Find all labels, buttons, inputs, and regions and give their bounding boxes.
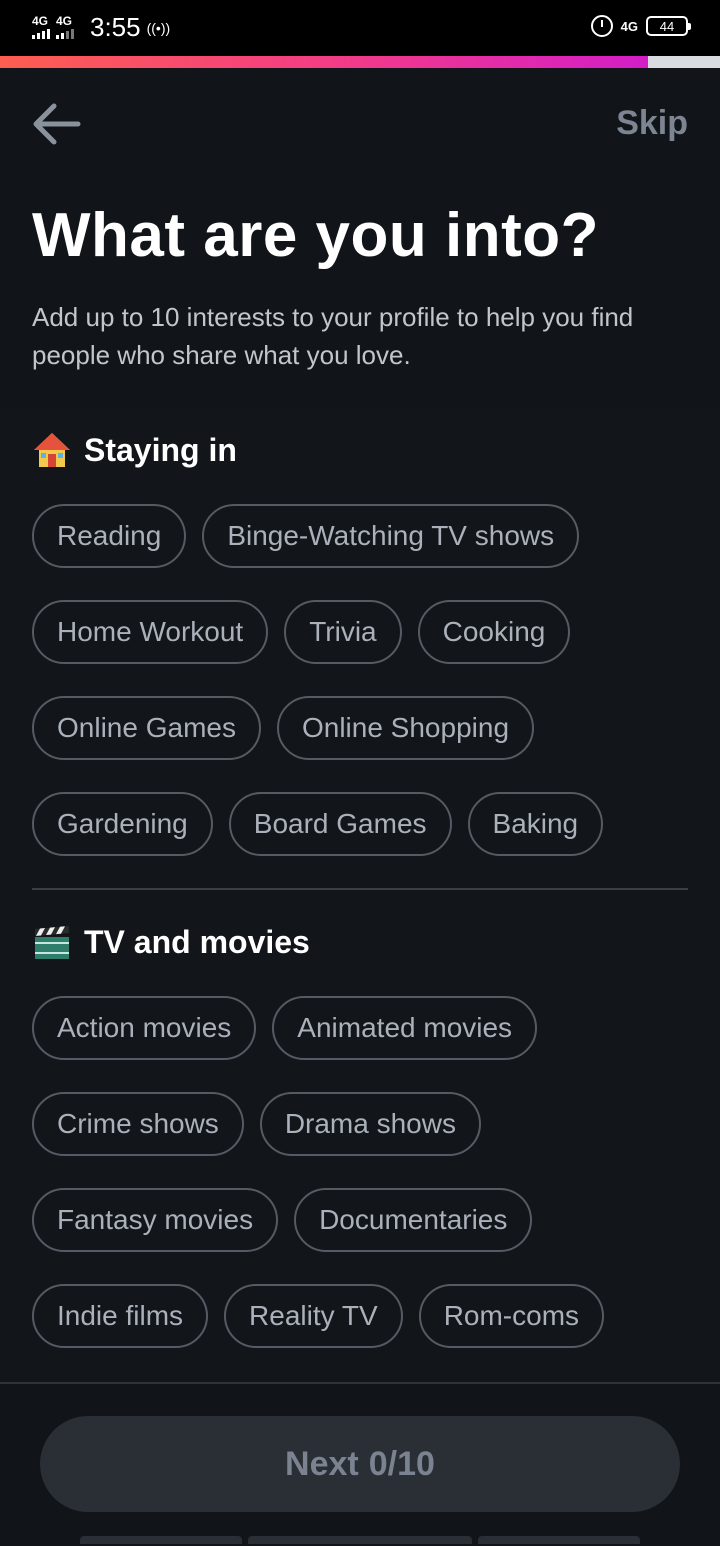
section-divider	[32, 888, 688, 890]
signal-sim2-icon: 4G	[56, 15, 74, 39]
interest-chip[interactable]: Binge-Watching TV shows	[202, 504, 580, 568]
arrow-left-icon	[33, 103, 81, 145]
interest-chip[interactable]: Documentaries	[294, 1188, 533, 1252]
interest-chip[interactable]: Drama shows	[259, 1092, 481, 1156]
next-button[interactable]: Next 0/10	[40, 1416, 680, 1512]
chip-row: Indie films Reality TV Rom-coms	[32, 1284, 605, 1348]
battery-icon: 44	[646, 16, 691, 36]
sim2-label: 4G	[56, 13, 73, 28]
chip-row: Action movies Animated movies	[32, 996, 538, 1060]
chip-row: Fantasy movies Documentaries	[32, 1188, 533, 1252]
chip-row: Online Games Online Shopping	[32, 696, 535, 760]
sim1-label: 4G	[32, 13, 49, 28]
network-label: 4G	[620, 18, 638, 34]
interest-chip[interactable]: Crime shows	[32, 1092, 244, 1156]
interest-chip[interactable]: Rom-coms	[418, 1284, 605, 1348]
section-header-tv-and-movies: TV and movies	[32, 922, 310, 962]
interest-chip[interactable]: Cooking	[417, 600, 571, 664]
nav-bar-hint	[80, 1536, 242, 1544]
interest-chip[interactable]: Board Games	[228, 792, 452, 856]
next-button-label: Next	[285, 1444, 359, 1483]
section-header-staying-in: Staying in	[32, 430, 237, 470]
interest-chip[interactable]: Online Shopping	[276, 696, 535, 760]
battery-level: 44	[659, 18, 675, 34]
progress-fill	[0, 56, 648, 68]
interest-chip[interactable]: Fantasy movies	[32, 1188, 279, 1252]
back-button[interactable]	[30, 100, 82, 148]
signal-sim1-icon: 4G	[32, 15, 50, 39]
house-icon	[34, 433, 70, 467]
interest-chip[interactable]: Trivia	[284, 600, 402, 664]
hotspot-icon: ((•))	[146, 19, 171, 36]
status-bar: 4G 4G 3:55 ((•)) 4G 44	[0, 0, 720, 56]
interest-chip[interactable]: Gardening	[32, 792, 213, 856]
interest-chip[interactable]: Reading	[32, 504, 187, 568]
interest-chip[interactable]: Action movies	[32, 996, 257, 1060]
interest-chip[interactable]: Home Workout	[32, 600, 269, 664]
alarm-icon	[590, 15, 613, 37]
page-subtitle: Add up to 10 interests to your profile t…	[32, 302, 634, 370]
page-title: What are you into?	[32, 201, 599, 270]
nav-bar-hint	[248, 1536, 472, 1544]
interest-chip[interactable]: Animated movies	[272, 996, 538, 1060]
onboarding-progress-bar	[0, 56, 720, 68]
interest-chip[interactable]: Online Games	[32, 696, 261, 760]
next-button-count: 0/10	[368, 1444, 435, 1483]
chip-row: Home Workout Trivia Cooking	[32, 600, 571, 664]
chip-row: Reading Binge-Watching TV shows	[32, 504, 580, 568]
interest-chip[interactable]: Reality TV	[224, 1284, 403, 1348]
section-title: TV and movies	[84, 923, 310, 960]
interest-chip[interactable]: Baking	[467, 792, 604, 856]
status-time: 3:55	[90, 12, 141, 42]
skip-button[interactable]: Skip	[616, 104, 688, 143]
nav-bar-hint	[478, 1536, 640, 1544]
section-title: Staying in	[84, 431, 237, 468]
chip-row: Gardening Board Games Baking	[32, 792, 604, 856]
clapper-board-icon	[35, 926, 69, 959]
chip-row: Crime shows Drama shows	[32, 1092, 481, 1156]
interest-chip[interactable]: Indie films	[32, 1284, 209, 1348]
